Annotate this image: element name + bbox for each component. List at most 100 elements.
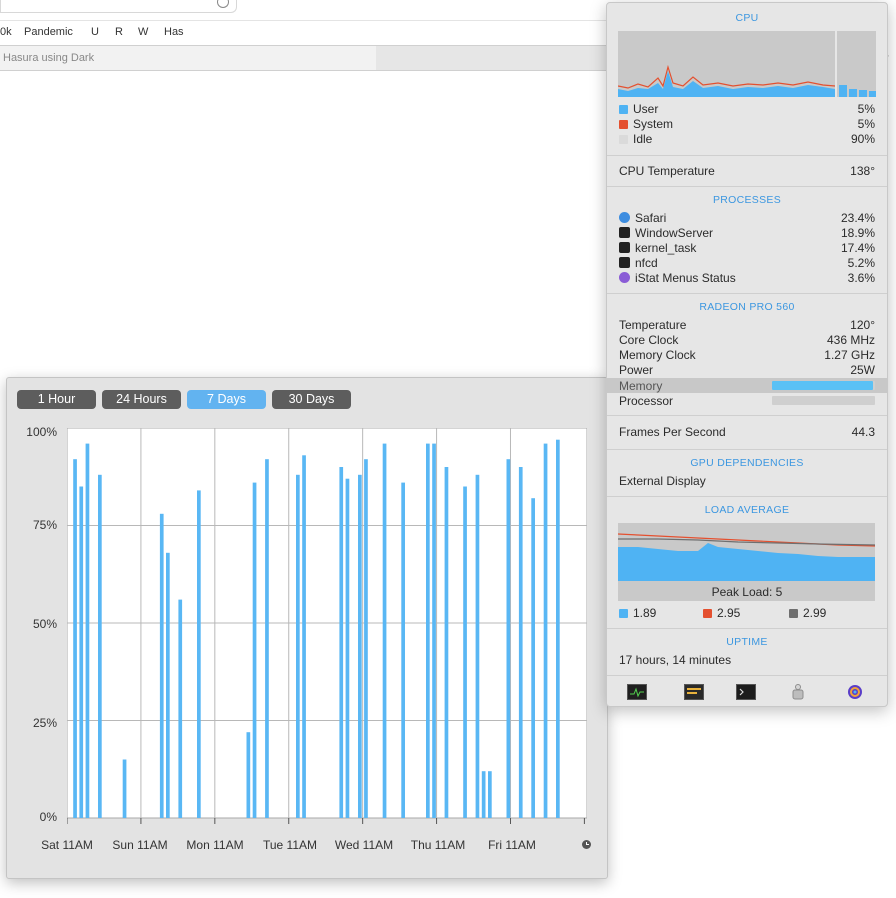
activity-bar bbox=[518, 467, 523, 818]
load-15min-value: 2.99 bbox=[803, 606, 827, 620]
cpu-core-bar bbox=[869, 91, 876, 97]
url-bar[interactable] bbox=[0, 0, 237, 13]
activity-bar bbox=[488, 771, 492, 818]
activity-bar bbox=[339, 467, 344, 818]
tab-title: Hasura using Dark bbox=[3, 52, 95, 64]
bookmark-item[interactable]: Has bbox=[164, 26, 184, 38]
activity-bar bbox=[246, 732, 251, 818]
gpu-deps-header: GPU DEPENDENCIES bbox=[690, 457, 804, 469]
activity-bar bbox=[506, 459, 511, 818]
process-row[interactable]: nfcd bbox=[619, 256, 658, 270]
process-value: 17.4% bbox=[840, 241, 875, 255]
gpu-core-clock-label: Core Clock bbox=[619, 333, 679, 347]
process-row[interactable]: Safari bbox=[619, 211, 666, 225]
activity-bar bbox=[401, 482, 405, 818]
bookmark-item[interactable]: 0k bbox=[0, 26, 12, 38]
activity-bar bbox=[178, 599, 183, 818]
range-1-hour-button[interactable]: 1 Hour bbox=[17, 390, 96, 409]
gpu-temp-value: 120° bbox=[850, 318, 875, 332]
cpu-system-label: System bbox=[633, 117, 674, 131]
activity-bar bbox=[531, 498, 535, 818]
separator bbox=[607, 293, 887, 294]
browser-tab[interactable]: Hasura using Dark bbox=[0, 46, 376, 70]
activity-monitor-icon[interactable] bbox=[627, 684, 647, 700]
x-tick-label: Sat 11AM bbox=[41, 838, 93, 852]
y-tick-label: 100% bbox=[26, 425, 57, 439]
system-info-icon[interactable] bbox=[789, 684, 807, 700]
activity-bar bbox=[364, 459, 368, 818]
load-1min: 1.89 bbox=[619, 606, 656, 620]
processes-header: PROCESSES bbox=[712, 194, 782, 206]
reload-icon[interactable] bbox=[217, 0, 229, 8]
separator bbox=[607, 186, 887, 187]
process-name: nfcd bbox=[635, 256, 658, 270]
bookmark-item[interactable]: Pandemic bbox=[24, 26, 73, 38]
cpu-graph bbox=[618, 31, 876, 97]
gpu-memory-label: Memory bbox=[619, 379, 663, 393]
process-value: 23.4% bbox=[840, 211, 875, 225]
activity-bar bbox=[79, 486, 84, 818]
load-1min-value: 1.89 bbox=[633, 606, 657, 620]
activity-bar bbox=[345, 478, 350, 818]
load-5min-value: 2.95 bbox=[717, 606, 741, 620]
cpu-idle-value: 90% bbox=[850, 132, 875, 146]
activity-bar bbox=[444, 467, 449, 818]
load-5min: 2.95 bbox=[703, 606, 740, 620]
activity-bar bbox=[98, 474, 102, 818]
gpu-power-value: 25W bbox=[850, 363, 875, 377]
separator bbox=[607, 415, 887, 416]
bookmark-item[interactable]: U bbox=[91, 26, 99, 38]
istat-menus-icon[interactable] bbox=[846, 684, 864, 699]
istat-icon bbox=[619, 272, 630, 283]
cpu-core-bar bbox=[839, 85, 847, 97]
load-1min-swatch bbox=[619, 609, 628, 618]
process-name: Safari bbox=[635, 211, 667, 225]
separator bbox=[607, 628, 887, 629]
peak-load-label: Peak Load: 5 bbox=[711, 585, 783, 599]
console-icon[interactable] bbox=[684, 684, 704, 700]
clock-icon[interactable] bbox=[582, 840, 591, 849]
gpu-memory-bar-fill bbox=[772, 381, 873, 390]
activity-bar bbox=[358, 474, 362, 818]
range-30-days-button[interactable]: 30 Days bbox=[272, 390, 351, 409]
gpu-memory-clock-value: 1.27 GHz bbox=[824, 348, 875, 362]
bookmark-item[interactable]: R bbox=[115, 26, 123, 38]
load-5min-swatch bbox=[703, 609, 712, 618]
terminal-icon[interactable] bbox=[736, 684, 756, 700]
terminal-icon bbox=[619, 257, 630, 268]
bookmark-item[interactable]: W bbox=[138, 26, 148, 38]
load-average-header: LOAD AVERAGE bbox=[704, 504, 790, 516]
gpu-dep-item: External Display bbox=[619, 474, 706, 488]
range-7-days-button[interactable]: 7 Days bbox=[187, 390, 266, 409]
tab-bar: Hasura using Dark bbox=[0, 45, 610, 71]
gpu-memory-clock-label: Memory Clock bbox=[619, 348, 696, 362]
cpu-user-label: User bbox=[633, 102, 659, 116]
cpu-user-value: 5% bbox=[857, 102, 875, 116]
istat-menu: CPU User 5% System 5% Idle 90% CPU Tempe… bbox=[606, 2, 888, 707]
activity-bar bbox=[302, 455, 306, 818]
process-row[interactable]: kernel_task bbox=[619, 241, 696, 255]
cpu-user-row: User bbox=[619, 102, 658, 116]
process-row[interactable]: WindowServer bbox=[619, 226, 713, 240]
cpu-temp-value: 138° bbox=[850, 164, 875, 178]
activity-bar bbox=[426, 443, 430, 818]
process-row[interactable]: iStat Menus Status bbox=[619, 271, 736, 285]
y-tick-label: 50% bbox=[32, 617, 57, 631]
gpu-processor-label: Processor bbox=[619, 394, 674, 408]
uptime-header: UPTIME bbox=[726, 636, 768, 648]
gpu-power-label: Power bbox=[619, 363, 654, 377]
y-tick-label: 0% bbox=[39, 810, 57, 824]
range-24-hours-button[interactable]: 24 Hours bbox=[102, 390, 181, 409]
cpu-system-row: System bbox=[619, 117, 673, 131]
gpu-temp-label: Temperature bbox=[619, 318, 687, 332]
gpu-core-clock-value: 436 MHz bbox=[826, 333, 875, 347]
cpu-core-bar bbox=[849, 89, 857, 97]
separator bbox=[607, 496, 887, 497]
cpu-idle-label: Idle bbox=[633, 132, 653, 146]
process-value: 18.9% bbox=[840, 226, 875, 240]
terminal-icon bbox=[619, 242, 630, 253]
activity-bar bbox=[296, 474, 300, 818]
load-15min-swatch bbox=[789, 609, 798, 618]
x-tick-label: Wed 11AM bbox=[334, 838, 394, 852]
activity-bar bbox=[166, 552, 170, 818]
